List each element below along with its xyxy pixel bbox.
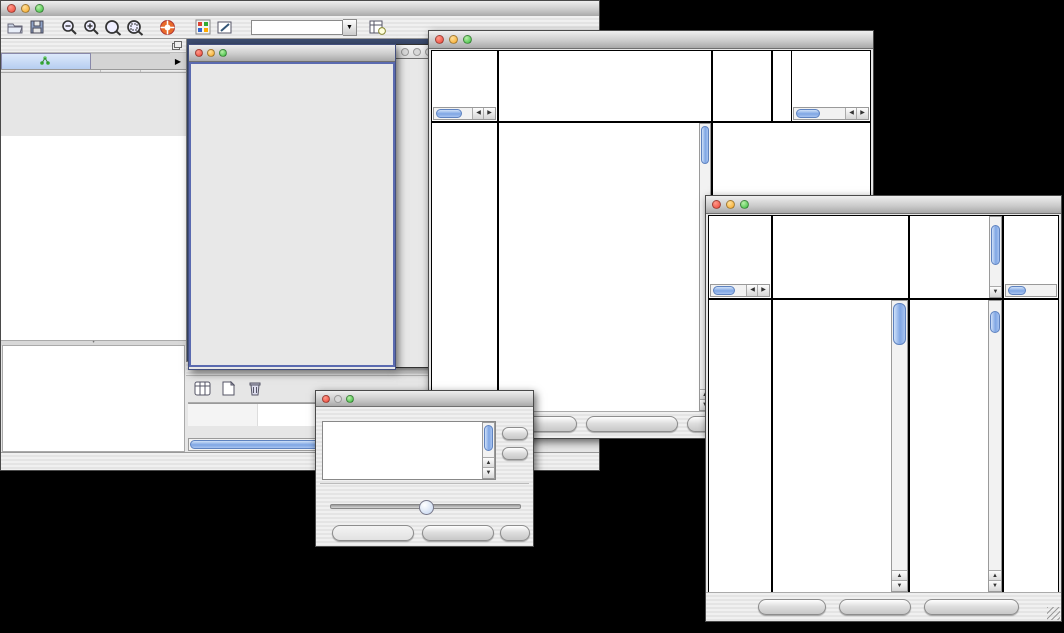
tv2-row-dendrogram[interactable] [709,300,771,592]
zoom-window-button[interactable] [463,35,472,44]
minimize-button[interactable] [334,395,342,403]
settings-button[interactable] [758,599,826,615]
save-data-button[interactable] [839,599,911,615]
minimize-button[interactable] [449,35,458,44]
tv1-usage-hints-panel: ◀▶ [773,51,870,121]
network-graph-canvas[interactable] [191,64,389,365]
close-button[interactable] [712,200,721,209]
attribute-list-vscrollbar[interactable]: ▲▼ [482,422,495,479]
close-button[interactable] [7,4,16,13]
attribute-select-icon[interactable] [192,379,212,397]
zoom-in-icon[interactable] [81,18,101,36]
tv2-button-bar [706,592,1061,621]
minimize-button[interactable] [726,200,735,209]
attribute-listbox: ▲▼ [322,421,496,480]
resize-grip[interactable] [1047,607,1060,620]
tv2-column-dendrogram-area[interactable] [773,216,908,298]
treeview2-window: ◀▶ ▼ ▲▼ [705,195,1062,622]
zoom-window-button[interactable] [35,4,44,13]
tv2-usage-hints-panel [1004,216,1058,298]
minimize-button[interactable] [413,48,421,56]
save-icon[interactable] [27,18,47,36]
tv2-zoom-cell: ▲▼ [910,300,1002,592]
new-attribute-icon[interactable] [218,379,238,397]
tv1-row-dendrogram[interactable] [432,123,497,411]
birdseye-panel [2,345,185,452]
slider-thumb[interactable] [419,500,434,515]
tab-vizmapper[interactable] [91,53,170,69]
network-tab-icon [40,56,50,68]
zoom-window-button[interactable] [740,200,749,209]
search-input[interactable] [251,20,343,35]
birdseye-view-canvas[interactable] [3,346,182,449]
tv2-heatmap-cell: ▲▼ [773,300,908,592]
main-titlebar[interactable] [1,1,599,17]
tv2-status-hscrollbar[interactable]: ◀▶ [710,284,770,297]
tab-network[interactable] [1,53,91,69]
minimize-button[interactable] [207,49,215,57]
map-colors-dialog: ▲▼ [315,390,534,547]
annotation-icon[interactable] [215,18,235,36]
delete-attribute-icon[interactable] [244,379,264,397]
tv1-heatmap-canvas[interactable] [499,123,699,411]
help-lifering-icon[interactable] [157,18,177,36]
tv1-view-status-panel: ◀▶ [432,51,497,121]
export-graphics-button[interactable] [924,599,1019,615]
move-down-button[interactable] [502,447,528,460]
done-button[interactable] [500,525,530,541]
float-panel-icon[interactable] [172,37,182,55]
search-dropdown-arrow[interactable]: ▼ [343,19,357,36]
tv1-col-labels [713,51,771,121]
animation-speed-slider[interactable] [330,504,521,509]
close-button[interactable] [435,35,444,44]
vizmap-icon[interactable] [193,18,213,36]
tv2-zoom-heatmap-canvas[interactable] [914,318,980,558]
tv2-usage-hscrollbar[interactable] [1005,284,1057,297]
network-tree-whitespace[interactable] [1,136,186,341]
tv2-heatmap-canvas[interactable] [773,300,891,592]
minimize-button[interactable] [21,4,30,13]
close-button[interactable] [195,49,203,57]
tv2-view-status-panel: ◀▶ [709,216,771,298]
tv2-col-labels [910,216,989,298]
move-up-button[interactable] [502,427,528,440]
create-vizmap-button[interactable] [422,525,494,541]
control-panel: ▶ • [1,39,187,453]
zoom-window-button[interactable] [219,49,227,57]
zoom-fit-icon[interactable] [125,18,145,36]
animate-vizmap-button[interactable] [332,525,414,541]
zoom-out-icon[interactable] [59,18,79,36]
zoom-window-button[interactable] [346,395,354,403]
tv1-status-hscrollbar[interactable]: ◀▶ [433,107,496,120]
tv1-zoom-heatmap-canvas[interactable] [727,125,779,191]
tv1-usage-hscrollbar[interactable]: ◀▶ [793,107,869,120]
zoom-selected-icon[interactable] [103,18,123,36]
network-table-header[interactable] [1,70,186,73]
close-button[interactable] [322,395,330,403]
control-panel-tabs: ▶ [1,53,186,70]
tv2-col-labels-vscrollbar[interactable]: ▼ [989,216,1002,298]
tv1-heatmap-cell: ▲▼ [499,123,711,411]
tab-overflow-arrow[interactable]: ▶ [170,53,186,69]
tv2-zoom-vscrollbar[interactable]: ▲▼ [988,300,1002,592]
close-button[interactable] [401,48,409,56]
tv2-col-label-cell: ▼ [910,216,1002,298]
export-graphics-button[interactable] [586,416,678,432]
tv1-column-dendrogram[interactable] [499,51,711,121]
open-file-icon[interactable] [5,18,25,36]
network-view-window [188,44,396,370]
tv2-gene-labels [1004,300,1058,592]
import-table-icon[interactable] [367,18,387,36]
tv2-heatmap-vscrollbar[interactable]: ▲▼ [891,300,908,592]
